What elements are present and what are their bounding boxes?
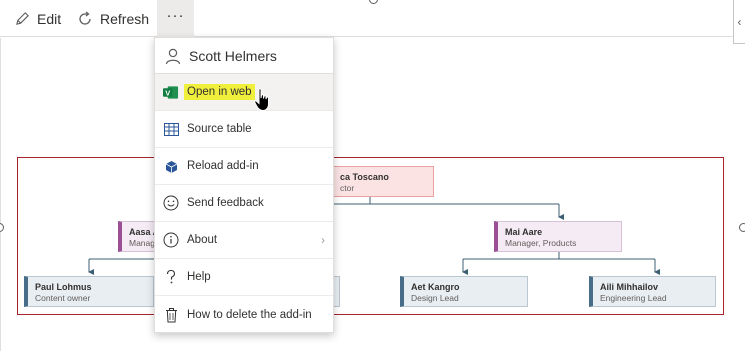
question-icon	[163, 269, 179, 285]
org-node-right-manager[interactable]: Mai Aare Manager, Products	[494, 221, 622, 252]
menu-item-label: How to delete the add-in	[187, 308, 312, 321]
visio-icon: V	[163, 84, 179, 100]
menu-item-label: Send feedback	[187, 197, 264, 209]
info-icon	[163, 232, 179, 248]
menu-item-open-in-web[interactable]: V Open in web	[155, 74, 333, 111]
menu-item-help[interactable]: Help	[155, 259, 333, 296]
menu-item-label: Source table	[187, 123, 252, 135]
menu-item-source-table[interactable]: Source table	[155, 111, 333, 148]
menu-item-label: Reload add-in	[187, 160, 259, 172]
chevron-right-icon: ›	[321, 233, 325, 247]
trash-icon	[163, 307, 179, 323]
addin-icon	[163, 158, 179, 174]
node-role: Engineering Lead	[600, 293, 667, 303]
svg-text:V: V	[165, 88, 170, 97]
menu-item-label: Open in web	[184, 84, 255, 100]
org-node-report[interactable]: Aet Kangro Design Lead	[400, 276, 528, 307]
node-name: Aili Mihhailov	[600, 282, 659, 292]
menu-item-delete-add-in[interactable]: How to delete the add-in	[155, 296, 333, 333]
smiley-icon	[163, 195, 179, 211]
menu-item-about[interactable]: About ›	[155, 222, 333, 259]
node-role: Content owner	[35, 293, 91, 303]
node-role: ctor	[340, 183, 355, 193]
menu-item-label: Help	[187, 271, 211, 283]
node-name: ca Toscano	[340, 172, 389, 182]
table-icon	[163, 121, 179, 137]
user-name: Scott Helmers	[189, 47, 277, 64]
menu-item-label: About	[187, 234, 218, 246]
menu-user: Scott Helmers	[155, 38, 333, 74]
menu-item-reload-add-in[interactable]: Reload add-in	[155, 148, 333, 185]
org-node-root[interactable]: ca Toscano ctor	[333, 166, 434, 197]
node-role: Design Lead	[411, 293, 459, 303]
node-name: Paul Lohmus	[35, 282, 92, 292]
person-icon	[165, 48, 181, 64]
node-name: Aet Kangro	[411, 282, 460, 292]
org-node-report[interactable]: Aili Mihhailov Engineering Lead	[589, 276, 716, 307]
org-node-report[interactable]: Paul Lohmus Content owner	[24, 276, 154, 307]
node-name: Mai Aare	[505, 227, 543, 237]
more-options-menu: Scott Helmers V Open in web Source table…	[154, 37, 334, 333]
hand-cursor-icon	[254, 88, 269, 112]
node-role: Manager, Products	[505, 238, 577, 248]
menu-item-send-feedback[interactable]: Send feedback	[155, 185, 333, 222]
